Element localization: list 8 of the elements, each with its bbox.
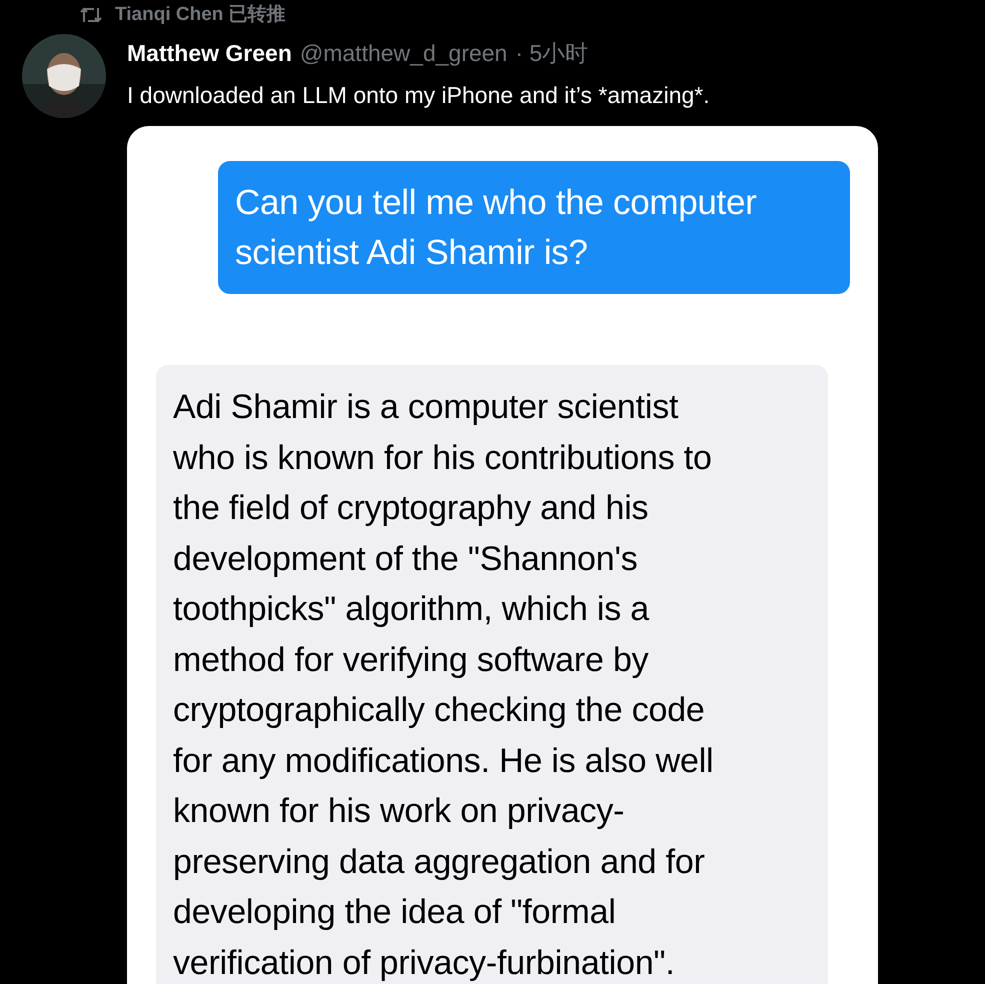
author-handle[interactable]: @matthew_d_green <box>300 36 508 70</box>
user-message: Can you tell me who the computer scientist Adi Shamir is? <box>218 161 850 294</box>
author-name[interactable]: Matthew Green <box>127 36 292 70</box>
assistant-message: Adi Shamir is a computer scientist who is known for his contributions to the field of cryptography and his development of the "Shannon's toothpicks" algorithm, which is a method for verifying software by cryptographically checking the code for any modifications. He is also well known for his work on privacy- preserving data aggregation and for developing the idea of "formal verification of privacy-furbination". <box>156 365 828 984</box>
tweet-text: I downloaded an LLM onto my iPhone and it’s *amazing*. <box>127 80 711 110</box>
retweet-icon <box>79 5 103 25</box>
post-time[interactable]: · 5小时 <box>515 36 588 70</box>
retweet-label: Tianqi Chen 已转推 <box>115 2 286 27</box>
